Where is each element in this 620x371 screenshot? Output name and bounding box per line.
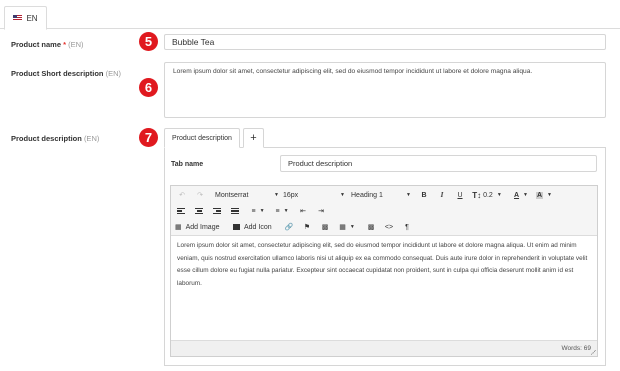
editor-content[interactable]: Lorem ipsum dolor sit amet, consectetur … (177, 240, 593, 290)
bullet-list-button[interactable]: ≡ ▼ (249, 204, 267, 218)
highlight-icon: A (535, 191, 544, 199)
block-format-value: Heading 1 (351, 191, 383, 199)
chevron-down-icon: ▼ (496, 192, 502, 198)
tab-name-label: Tab name (171, 161, 204, 168)
text-color-button[interactable]: A ▼ (512, 188, 530, 202)
block-format-select[interactable]: Heading 1 ▼ (351, 188, 411, 202)
numbered-list-icon: ≡ (275, 207, 280, 215)
product-name-label: Product name * (EN) (11, 40, 84, 49)
add-icon-button[interactable]: Add Icon (233, 220, 277, 234)
align-justify-icon[interactable] (229, 204, 241, 218)
short-description-textarea[interactable]: Lorem ipsum dolor sit amet, consectetur … (164, 62, 606, 118)
font-size-select[interactable]: 16px ▼ (283, 188, 345, 202)
required-mark: * (63, 40, 67, 49)
resize-handle-icon[interactable] (591, 350, 596, 355)
language-suffix: (EN) (105, 69, 122, 78)
add-icon-label: Add Icon (244, 223, 272, 231)
align-justify-glyph (231, 207, 239, 215)
font-size-value: 16px (283, 191, 299, 199)
language-tab-label: EN (26, 13, 38, 23)
step-badge-7: 7 (139, 128, 158, 147)
language-tab-en[interactable]: EN (4, 6, 47, 30)
chevron-down-icon: ▼ (340, 192, 345, 198)
align-center-glyph (195, 207, 203, 215)
image-icon: ▦ (175, 224, 182, 231)
editor-statusbar: Words: 69 (171, 340, 597, 356)
product-description-label: Product description (EN) (11, 134, 99, 143)
redo-icon[interactable]: ↷ (193, 188, 207, 202)
step-badge-5: 5 (139, 32, 158, 51)
bold-icon[interactable]: B (418, 188, 430, 202)
chevron-down-icon: ▼ (349, 224, 355, 230)
line-height-icon: T↕ (472, 190, 482, 200)
add-tab-button[interactable]: + (243, 128, 264, 148)
table-icon: ▦ (339, 224, 346, 231)
numbered-list-button[interactable]: ≡ ▼ (273, 204, 291, 218)
tab-name-input[interactable]: Product description (280, 155, 597, 172)
chevron-down-icon: ▼ (406, 192, 411, 198)
undo-icon[interactable]: ↶ (175, 188, 189, 202)
tab-product-description[interactable]: Product description (164, 128, 240, 148)
bookmark-icon[interactable]: ⚑ (301, 220, 313, 234)
code-view-icon[interactable]: <> (383, 220, 395, 234)
chevron-down-icon: ▼ (523, 192, 528, 198)
table-button[interactable]: ▦ ▼ (337, 220, 357, 234)
align-center-icon[interactable] (193, 204, 205, 218)
align-left-glyph (177, 207, 185, 215)
product-name-label-text: Product name (11, 40, 62, 49)
chevron-down-icon: ▼ (547, 192, 552, 198)
add-image-label: Add Image (185, 223, 220, 231)
language-tabs: EN (0, 0, 620, 30)
font-family-value: Montserrat (215, 191, 249, 199)
product-name-input[interactable]: Bubble Tea (164, 34, 606, 50)
chevron-down-icon: ▼ (259, 208, 265, 214)
language-suffix: (EN) (68, 40, 84, 49)
media-icon[interactable]: ▩ (319, 220, 331, 234)
align-right-icon[interactable] (211, 204, 223, 218)
step-badge-6: 6 (139, 78, 158, 97)
us-flag-icon (13, 15, 23, 21)
language-suffix: (EN) (83, 134, 100, 143)
line-height-select[interactable]: T↕ 0.2 ▼ (472, 188, 502, 202)
font-family-select[interactable]: Montserrat ▼ (215, 188, 279, 202)
text-color-icon: A (513, 191, 520, 199)
paragraph-mark-icon[interactable]: ¶ (401, 220, 413, 234)
chevron-down-icon: ▼ (274, 192, 279, 198)
short-description-label-text: Product Short description (11, 69, 104, 78)
italic-icon[interactable]: I (436, 188, 448, 202)
image-insert-icon[interactable]: ▩ (365, 220, 377, 234)
outdent-icon[interactable]: ⇤ (297, 204, 309, 218)
bullet-list-icon: ≡ (251, 207, 256, 215)
indent-icon[interactable]: ⇥ (315, 204, 327, 218)
align-left-icon[interactable] (175, 204, 187, 218)
product-description-label-text: Product description (11, 134, 82, 143)
word-count: Words: 69 (561, 345, 591, 352)
short-description-label: Product Short description (EN) (11, 69, 121, 78)
editor-toolbar: ↶ ↷ Montserrat ▼ 16px ▼ Heading 1 ▼ B I U T… (171, 186, 597, 236)
align-right-glyph (213, 207, 221, 215)
link-icon[interactable]: 🔗 (283, 220, 295, 234)
icon-picker-icon (233, 224, 240, 230)
rich-text-editor[interactable]: ↶ ↷ Montserrat ▼ 16px ▼ Heading 1 ▼ B I U T… (170, 185, 598, 357)
add-image-button[interactable]: ▦ Add Image (175, 220, 225, 234)
background-color-button[interactable]: A ▼ (535, 188, 553, 202)
line-height-value: 0.2 (483, 191, 493, 199)
chevron-down-icon: ▼ (283, 208, 289, 214)
underline-icon[interactable]: U (454, 188, 466, 202)
